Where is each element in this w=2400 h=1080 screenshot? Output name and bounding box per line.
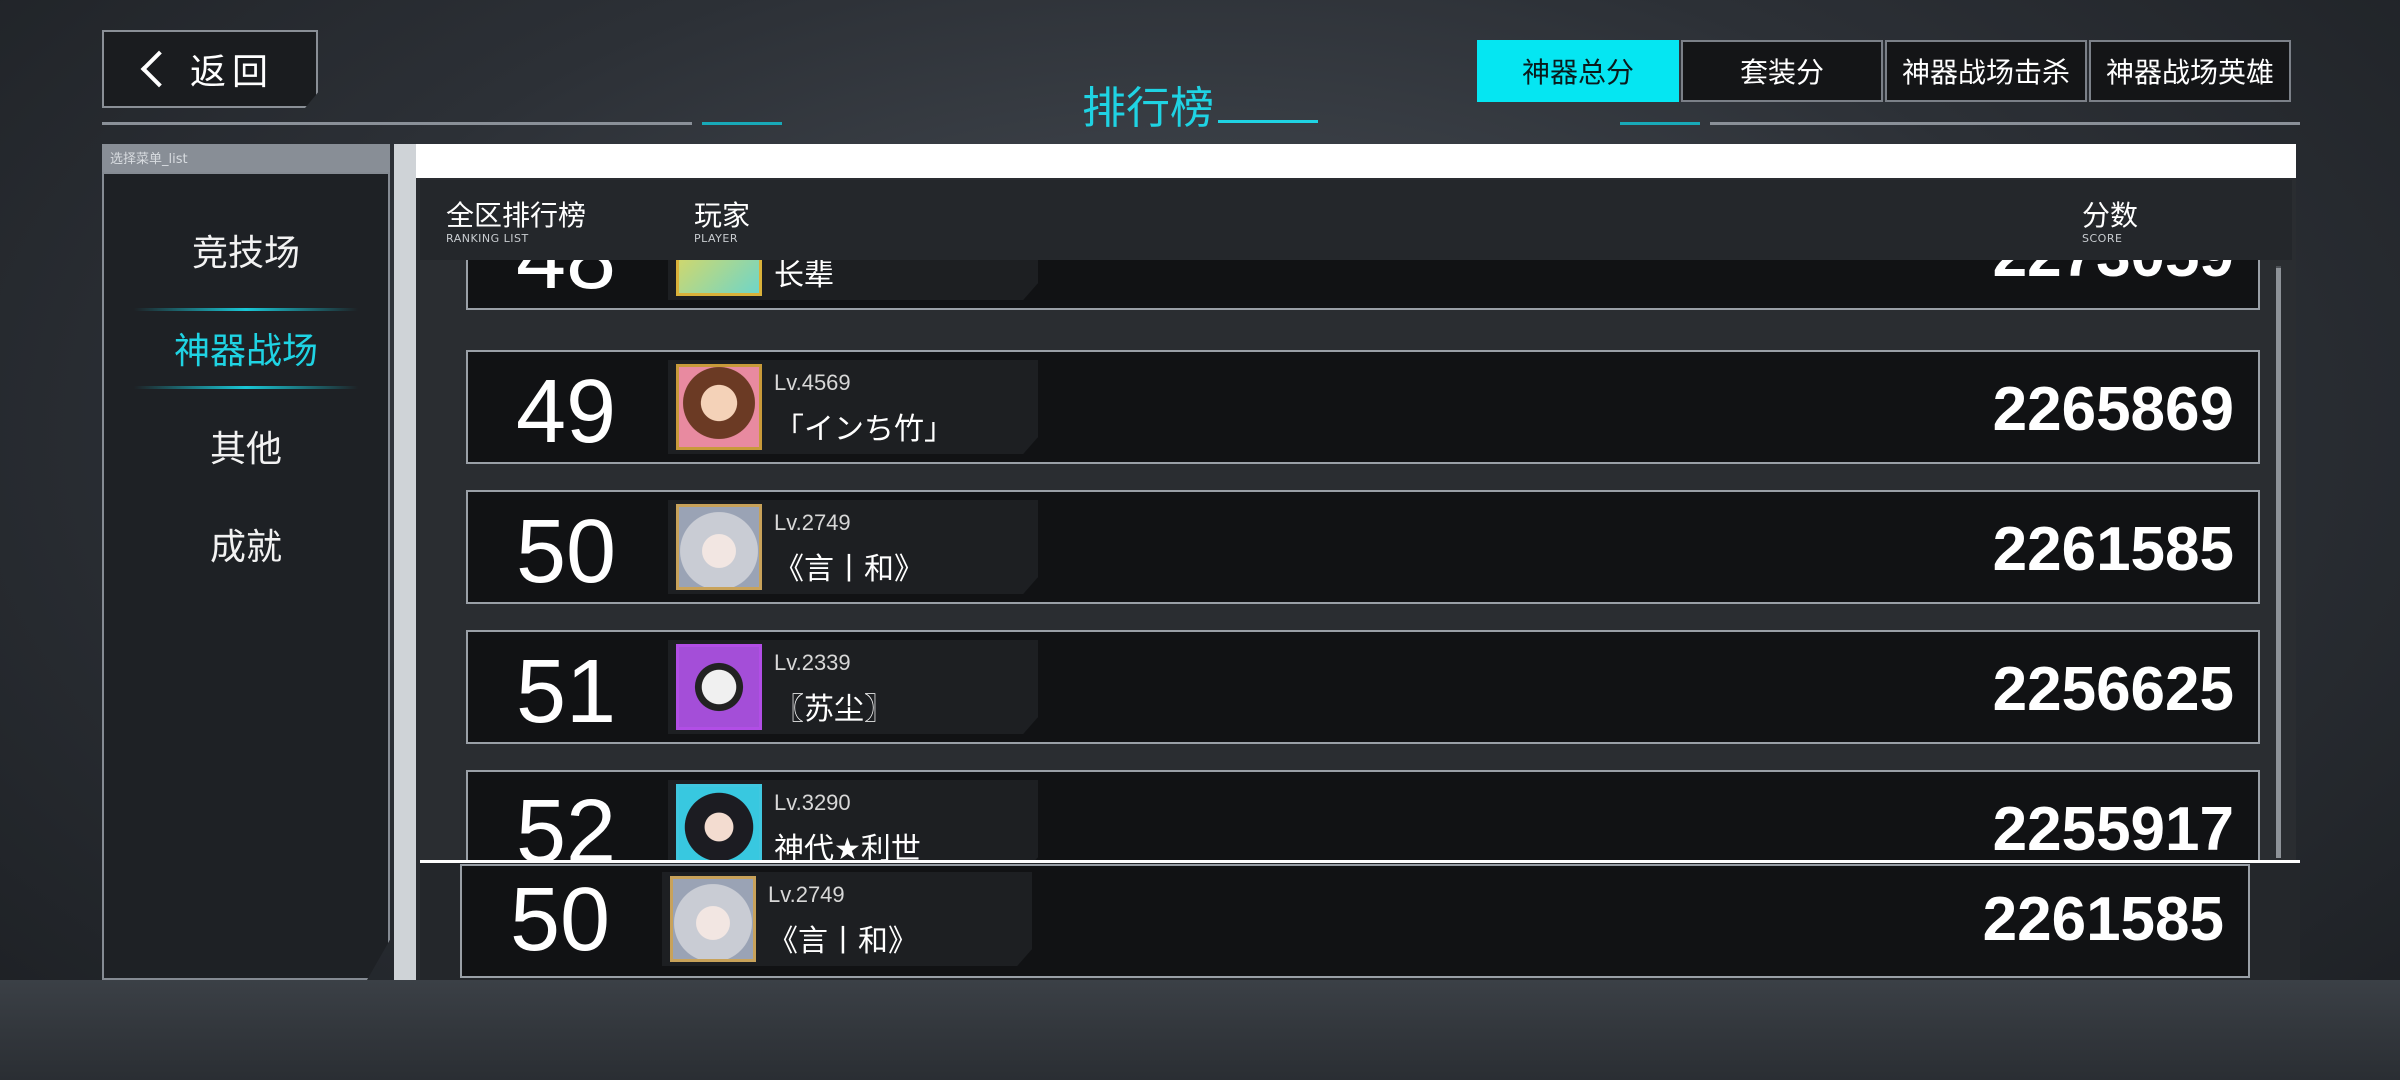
self-player-score: 2261585 (1982, 885, 2224, 954)
rank-number: 48 (468, 260, 664, 308)
tab-battlefield-heroes[interactable]: 神器战场英雄 (2089, 40, 2291, 102)
player-card: Lv.3290 神代★利世 (668, 780, 1038, 860)
player-level: Lv.4569 (774, 370, 851, 395)
self-player-level: Lv.2749 (768, 882, 845, 907)
top-accent-right (1620, 122, 1700, 125)
panel-top-bar (416, 144, 2296, 178)
table-row[interactable]: 52 Lv.3290 神代★利世 2255917 (466, 770, 2260, 860)
column-rank-label: 全区排行榜 (446, 199, 587, 232)
scrollbar-thumb[interactable] (2276, 268, 2281, 858)
sidebar-item-artifact-battlefield[interactable]: 神器战场 (104, 322, 388, 374)
column-player: 玩家 PLAYER (694, 194, 750, 245)
dark-hair-girl-avatar-icon (676, 784, 762, 860)
player-card: Lv.4569 「インち竹」 (668, 360, 1038, 454)
rank-number: 49 (515, 362, 617, 462)
player-name: 神代★利世 (774, 832, 921, 860)
player-score: 2261585 (1992, 515, 2234, 584)
back-button[interactable]: 返回 (102, 30, 318, 108)
self-player-card: Lv.2749 《言丨和》 (662, 872, 1032, 966)
tab-battlefield-kills[interactable]: 神器战场击杀 (1885, 40, 2087, 102)
back-label: 返回 (189, 52, 274, 93)
player-level: Lv.2749 (774, 510, 851, 535)
column-score: 分数 SCORE (2082, 194, 2138, 245)
player-card: Lv.2749 《言丨和》 (668, 500, 1038, 594)
self-player-name: 《言丨和》 (768, 924, 918, 959)
player-name: 长辈 (774, 260, 834, 293)
table-row[interactable]: 49 Lv.4569 「インち竹」 2265869 (466, 350, 2260, 464)
top-accent-left (702, 122, 782, 125)
panda-meme-avatar-icon (676, 644, 762, 730)
player-card: Lv.2339 〖苏尘〗 (668, 640, 1038, 734)
column-header: 全区排行榜 RANKING LIST 玩家 PLAYER 分数 SCORE (420, 180, 2292, 260)
active-item-top-line (134, 308, 358, 311)
column-player-sub: PLAYER (694, 232, 738, 245)
player-level: Lv.3290 (774, 790, 851, 815)
player-name: 《言丨和》 (774, 552, 924, 587)
column-score-label: 分数 (2082, 199, 2139, 232)
panel-left-edge (394, 144, 416, 980)
player-name: 「インち竹」 (774, 412, 954, 447)
player-name: 〖苏尘〗 (774, 692, 894, 727)
sidebar-item-achievements[interactable]: 成就 (104, 518, 388, 570)
table-row[interactable]: 48 长辈 2273059 (466, 260, 2260, 310)
top-divider-right (1710, 122, 2300, 125)
page-title: 排行榜 (1082, 83, 1214, 134)
column-score-sub: SCORE (2082, 232, 2123, 245)
tab-set-score[interactable]: 套装分 (1681, 40, 1883, 102)
table-row[interactable]: 51 Lv.2339 〖苏尘〗 2256625 (466, 630, 2260, 744)
sidebar: 竞技场 神器战场 其他 成就 (102, 172, 390, 980)
player-score: 2265869 (1992, 375, 2234, 444)
title-underline (1218, 120, 1318, 123)
sidebar-item-arena[interactable]: 竞技场 (104, 224, 388, 276)
active-item-bottom-line (134, 386, 358, 389)
player-level: Lv.2339 (774, 650, 851, 675)
yellow-badge-avatar-icon (676, 260, 762, 296)
rank-number: 51 (515, 642, 617, 742)
brown-hair-girl-avatar-icon (676, 364, 762, 450)
white-hair-girl-avatar-icon (676, 504, 762, 590)
column-rank-sub: RANKING LIST (446, 232, 529, 245)
ranking-tabs: 神器总分 套装分 神器战场击杀 神器战场英雄 (1477, 40, 2293, 102)
table-row[interactable]: 50 Lv.2749 《言丨和》 2261585 (466, 490, 2260, 604)
rank-number: 50 (515, 502, 617, 602)
sidebar-caption: 选择菜单_list (110, 152, 188, 167)
bottom-background (0, 980, 2400, 1080)
chevron-left-icon (140, 50, 178, 88)
player-card: 长辈 (668, 260, 1038, 300)
player-score: 2273059 (1993, 260, 2234, 291)
sidebar-item-other[interactable]: 其他 (104, 420, 388, 472)
ranking-list[interactable]: 48 长辈 2273059 49 Lv.4569 「インち竹」 2265869 … (420, 260, 2292, 860)
player-score: 2255917 (1992, 795, 2234, 860)
rank-number: 52 (515, 782, 617, 860)
tab-artifact-total[interactable]: 神器总分 (1477, 40, 1679, 102)
self-rank-number: 50 (509, 870, 611, 970)
column-player-label: 玩家 (694, 199, 751, 232)
top-divider-left (102, 122, 692, 125)
player-score: 2256625 (1992, 655, 2234, 724)
column-rank: 全区排行榜 RANKING LIST (446, 194, 586, 245)
white-hair-girl-avatar-icon (670, 876, 756, 962)
self-rank-row: 50 Lv.2749 《言丨和》 2261585 (460, 864, 2250, 978)
